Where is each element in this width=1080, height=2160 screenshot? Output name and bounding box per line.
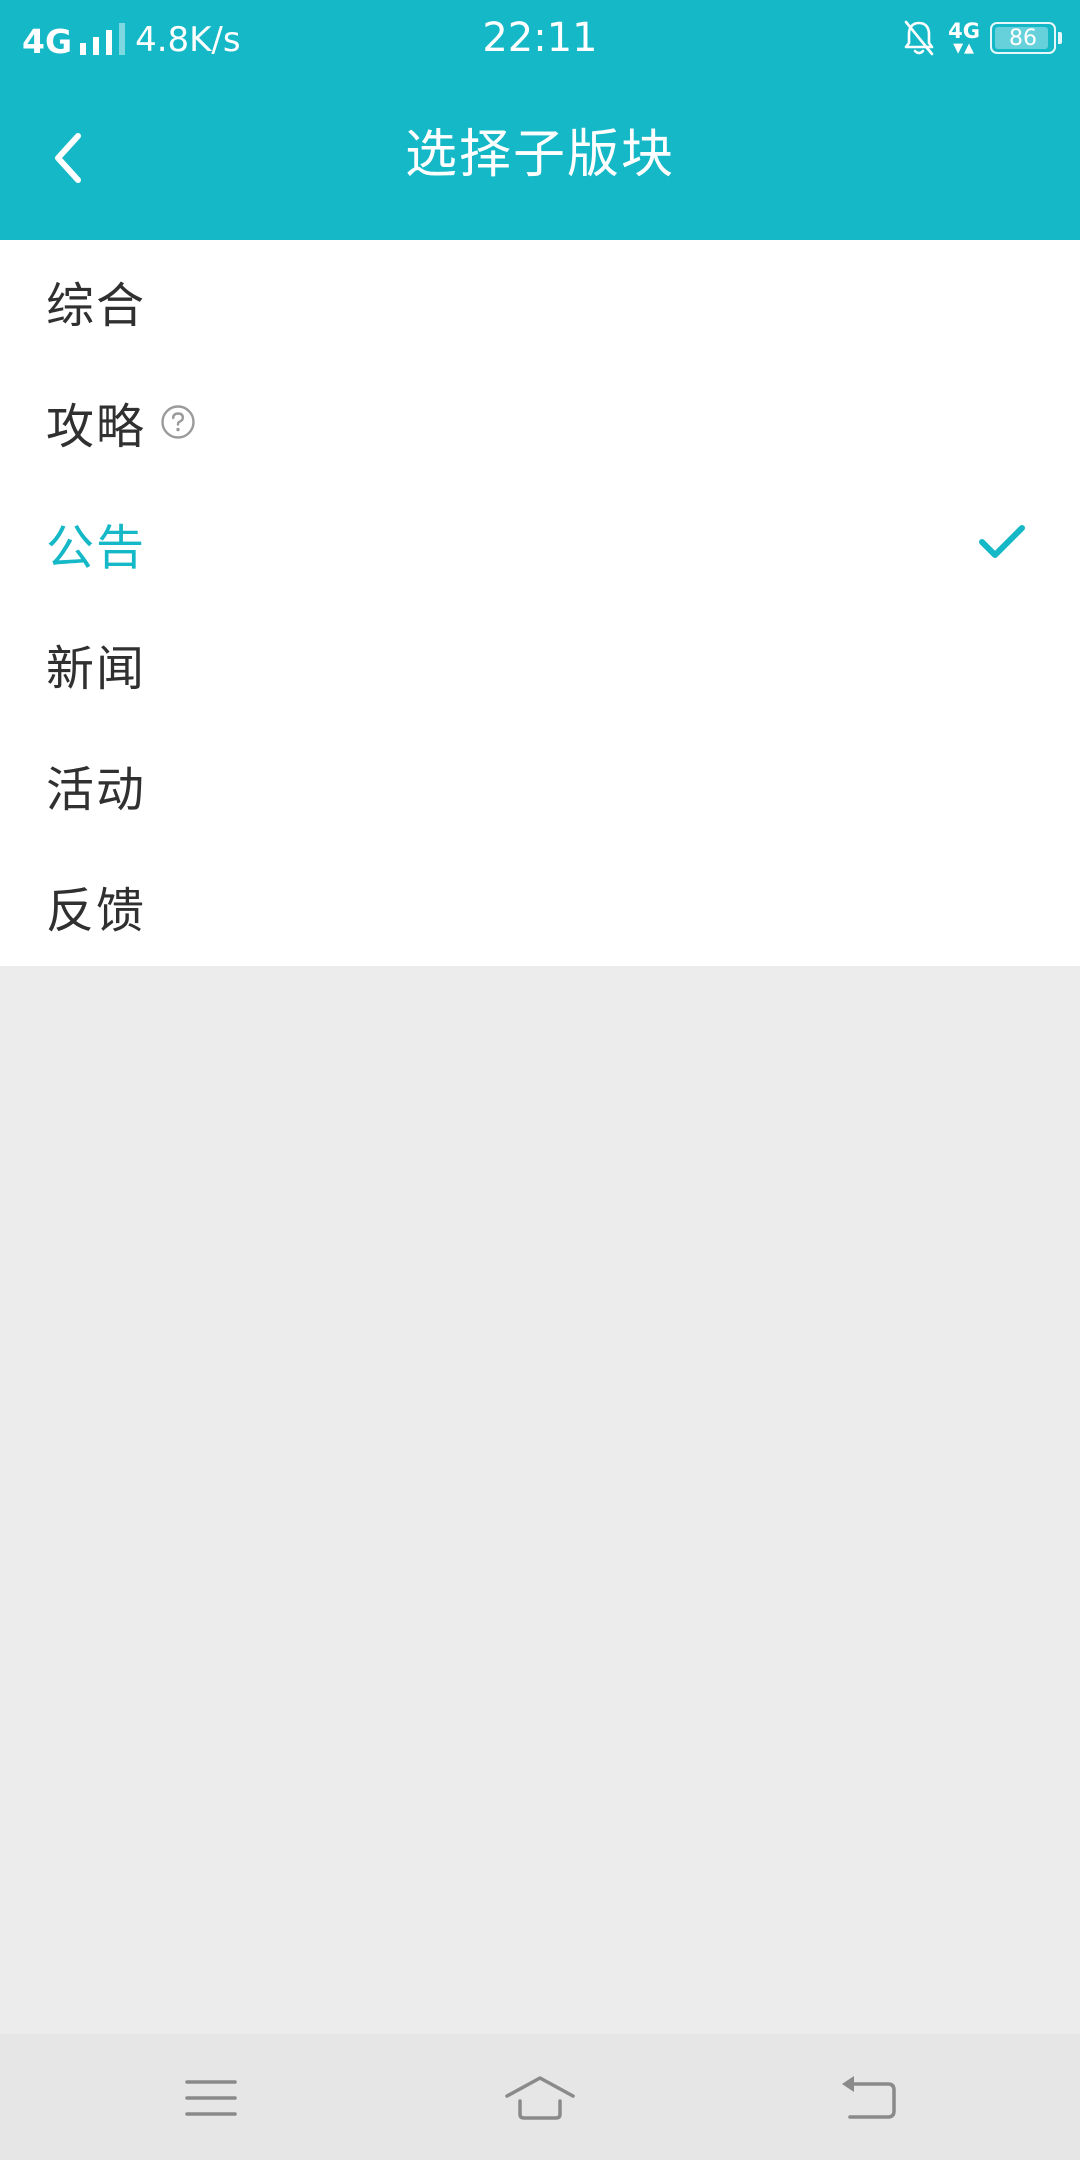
question-circle-icon[interactable]	[160, 404, 196, 440]
return-icon	[842, 2076, 896, 2119]
list-item-label: 公告	[46, 519, 147, 576]
navigation-bar	[0, 2034, 1080, 2160]
list-item-label: 综合	[46, 277, 147, 334]
list-item-fankui[interactable]: 反馈	[0, 845, 1080, 966]
list-item-label: 活动	[46, 761, 147, 818]
nav-menu-button[interactable]	[161, 2058, 261, 2138]
battery-icon: 86	[990, 22, 1056, 54]
battery-tip	[1058, 32, 1062, 44]
data-network-icon: 4G ▼▲	[948, 19, 980, 56]
battery-level: 86	[1009, 25, 1037, 51]
data-arrows-icon: ▼▲	[953, 41, 976, 56]
status-right: 4G ▼▲ 86	[902, 16, 1062, 60]
list-item-huodong[interactable]: 活动	[0, 724, 1080, 845]
network-small-label: 4G	[948, 19, 980, 43]
nav-home-button[interactable]	[490, 2058, 590, 2138]
list-item-xinwen[interactable]: 新闻	[0, 603, 1080, 724]
list-item-gonglue[interactable]: 攻略	[0, 361, 1080, 482]
app-header: 4G 4.8K/s 22:11 4G ▼▲ 86 选择子版块	[0, 0, 1080, 240]
list-item-label: 攻略	[46, 398, 147, 455]
check-icon	[979, 525, 1025, 558]
home-icon	[505, 2076, 575, 2120]
list-item-gonggao[interactable]: 公告	[0, 482, 1080, 603]
bell-off-icon	[904, 20, 934, 56]
list-item-label: 新闻	[46, 640, 147, 697]
page-title: 选择子版块	[404, 125, 675, 185]
nav-back-button[interactable]	[818, 2058, 918, 2138]
subsection-list: 综合 攻略 公告 新闻 活动 反馈	[0, 240, 1080, 966]
menu-icon	[185, 2080, 237, 2116]
list-item-label: 反馈	[46, 882, 147, 939]
status-bar: 4G 4.8K/s 22:11 4G ▼▲ 86	[0, 0, 1080, 76]
list-item-zonghe[interactable]: 综合	[0, 240, 1080, 361]
